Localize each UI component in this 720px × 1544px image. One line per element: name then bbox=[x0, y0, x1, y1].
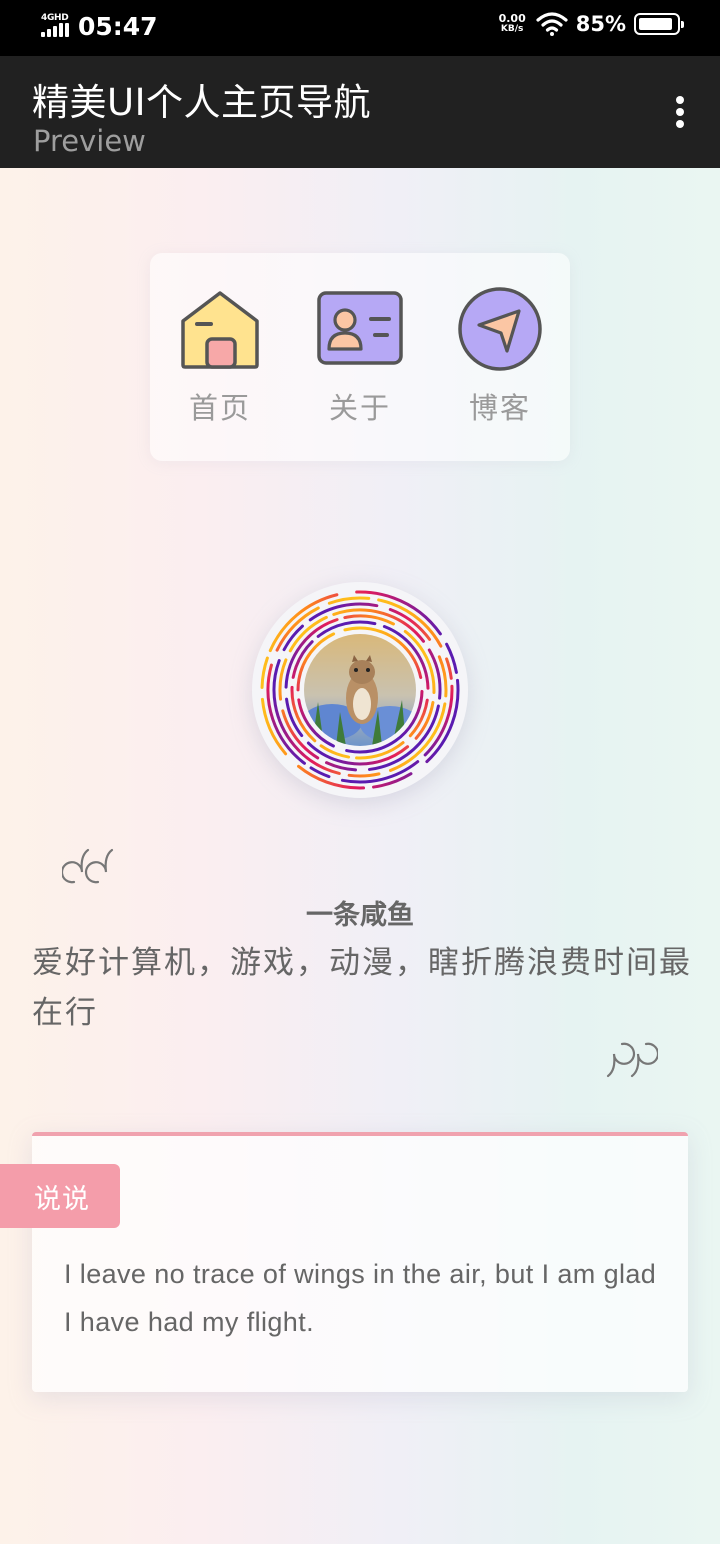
profile-bio: 爱好计算机，游戏，动漫，瞎折腾浪费时间最在行 bbox=[32, 945, 692, 1031]
battery-percent: 85% bbox=[575, 12, 626, 36]
nav-label-home: 首页 bbox=[188, 391, 251, 425]
wifi-icon bbox=[536, 12, 568, 36]
status-left: 4GHD 05:47 bbox=[40, 12, 158, 41]
network-speed-unit: KB/s bbox=[500, 24, 524, 34]
open-quote-icon bbox=[62, 848, 114, 884]
app-subtitle: Preview bbox=[33, 124, 146, 158]
nav-item-blog[interactable]: 博客 bbox=[450, 287, 550, 427]
close-quote-icon bbox=[606, 1042, 658, 1078]
nav-label-blog: 博客 bbox=[468, 391, 531, 425]
id-card-icon bbox=[317, 291, 403, 365]
avatar[interactable] bbox=[252, 582, 468, 798]
nav-item-about[interactable]: 关于 bbox=[310, 287, 410, 427]
shuoshuo-text: I leave no trace of wings in the air, bu… bbox=[64, 1259, 657, 1337]
status-right: 0.00 KB/s 85% bbox=[498, 12, 684, 36]
nav-item-home[interactable]: 首页 bbox=[170, 287, 270, 427]
network-type: 4GHD bbox=[41, 12, 69, 23]
nav-card: 首页 关于 博客 bbox=[150, 253, 570, 461]
app-title: 精美UI个人主页导航 bbox=[32, 81, 371, 124]
network-speed-value: 0.00 bbox=[498, 12, 526, 25]
network-speed: 0.00 KB/s bbox=[498, 12, 526, 34]
status-time: 05:47 bbox=[78, 12, 158, 41]
battery-icon bbox=[634, 13, 684, 35]
app-bar: 精美UI个人主页导航 Preview bbox=[0, 56, 720, 168]
avatar-rings-icon bbox=[260, 590, 460, 790]
cellular-signal-icon: 4GHD bbox=[40, 13, 72, 41]
status-bar: 4GHD 05:47 0.00 KB/s 85% bbox=[0, 0, 720, 56]
avatar-photo bbox=[304, 634, 416, 746]
more-options-button[interactable] bbox=[674, 92, 686, 132]
nav-label-about: 关于 bbox=[328, 391, 391, 425]
profile-name: 一条咸鱼 bbox=[306, 900, 414, 931]
shuoshuo-tag: 说说 bbox=[0, 1164, 120, 1228]
send-icon bbox=[458, 287, 542, 371]
home-icon bbox=[181, 291, 259, 369]
